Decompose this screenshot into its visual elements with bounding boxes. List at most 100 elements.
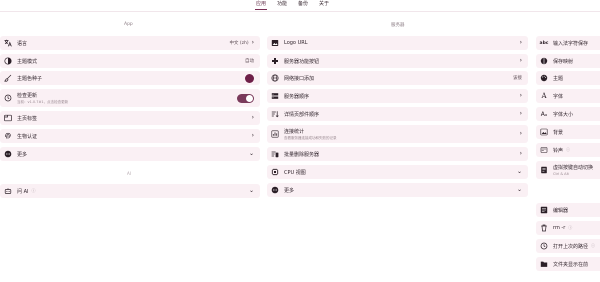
- tabs-divider: [0, 11, 600, 12]
- language-label: 语言: [17, 40, 28, 47]
- theme-mode-label: 主题模式: [17, 58, 38, 65]
- more-icon: [4, 150, 12, 158]
- bio-auth-label: 生物认证: [17, 133, 38, 140]
- editor-icon: [540, 206, 548, 214]
- history-row[interactable]: 连接统计 查看服务器连接成功和失败的记录 ›: [267, 125, 528, 143]
- middle-more-row[interactable]: 更多 ⌄: [267, 183, 528, 197]
- keyboard-icon: [540, 166, 548, 174]
- right-item-editor[interactable]: 编辑器: [536, 203, 600, 217]
- right-item-theme[interactable]: 主题: [536, 71, 600, 85]
- right-item-label: 文件夹显示在前: [553, 261, 589, 268]
- right-item-label: 主题: [553, 75, 564, 82]
- cpu-view-row[interactable]: CPU 视图 ⌄: [267, 165, 528, 179]
- chevron-right-icon: ›: [251, 132, 254, 139]
- sort-icon: [271, 110, 279, 118]
- right-item-font-size[interactable]: Aₐ 字体大小: [536, 107, 600, 121]
- right-item-label: 字体: [553, 93, 564, 100]
- app-column-title: App: [124, 22, 133, 27]
- tab-about[interactable]: 关于: [318, 0, 330, 10]
- batch-delete-row[interactable]: 批量删除服务器 ›: [267, 147, 528, 161]
- net-iface-value: 该接: [513, 76, 522, 81]
- color-swatch[interactable]: [245, 73, 254, 83]
- right-item-label: 保存映射: [553, 58, 574, 65]
- server-column-title: 服务器: [391, 23, 405, 28]
- server-order-label: 服务器顺序: [284, 93, 310, 100]
- right-item-subtitle: Ctrl & Alt: [553, 172, 569, 176]
- detail-order-row[interactable]: 详情页部件顺序 ›: [267, 107, 528, 121]
- right-item-label: 铃声: [553, 147, 564, 154]
- theme-color-row[interactable]: 主题色种子: [0, 71, 260, 85]
- more-icon: [271, 186, 279, 194]
- right-item-font[interactable]: A 字体: [536, 89, 600, 103]
- right-item-virtual-keys[interactable]: 虚拟按键自动切换 Ctrl & Alt: [536, 161, 600, 179]
- right-item-background[interactable]: 背景: [536, 125, 600, 139]
- right-item-bell[interactable]: 铃声 ⓘ: [536, 143, 600, 157]
- right-item-label: rm -r: [553, 225, 566, 231]
- language-row[interactable]: 语言 中文 (zh) ›: [0, 36, 260, 50]
- history-subtitle: 查看服务器连接成功和失败的记录: [284, 135, 337, 140]
- theme-mode-row[interactable]: 主题模式 自动: [0, 54, 260, 68]
- right-item-label: 输入法字符保存: [553, 40, 589, 47]
- right-item-save-map[interactable]: 保存映射: [536, 54, 600, 68]
- right-item-label: 背景: [553, 129, 564, 136]
- tab-backup[interactable]: 备份: [297, 0, 309, 10]
- info-icon[interactable]: ⓘ: [591, 243, 595, 249]
- net-iface-row[interactable]: 网络接口添加 该接: [267, 71, 528, 85]
- gamepad-icon: [271, 57, 279, 65]
- home-tab-label: 主页标签: [17, 115, 38, 122]
- contrast-icon: [4, 57, 12, 65]
- right-item-folders-first[interactable]: 文件夹显示在前: [536, 257, 600, 271]
- theme-color-label: 主题色种子: [17, 75, 43, 82]
- tab-app[interactable]: 应用: [255, 0, 268, 10]
- right-item-last-path[interactable]: 打开上次的路径 ⓘ: [536, 239, 600, 253]
- bio-auth-row[interactable]: 生物认证 ›: [0, 129, 260, 143]
- translate-icon: [4, 39, 12, 47]
- middle-more-label: 更多: [284, 187, 295, 194]
- right-item-rm-r[interactable]: rm -r ⓘ: [536, 221, 600, 235]
- chevron-right-icon: ›: [519, 57, 522, 64]
- left-more-row[interactable]: 更多 ⌄: [0, 147, 260, 161]
- check-update-row[interactable]: 检查更新 当前：v1.0.7#1，点击检查更新: [0, 89, 260, 107]
- font-icon: A: [541, 92, 547, 100]
- info-icon[interactable]: ⓘ: [32, 188, 36, 194]
- right-item-label: 字体大小: [553, 111, 574, 118]
- info-icon[interactable]: ⓘ: [568, 225, 572, 231]
- update-icon: [4, 94, 12, 102]
- chevron-right-icon: ›: [519, 92, 522, 99]
- brush-icon: [4, 74, 12, 82]
- globe-icon: [271, 74, 279, 82]
- logo-url-row[interactable]: Logo URL ›: [267, 36, 528, 50]
- server-functions-row[interactable]: 服务器功能按钮 ›: [267, 54, 528, 68]
- theme-mode-value: 自动: [245, 59, 254, 64]
- right-item-ime[interactable]: abc 输入法字符保存: [536, 36, 600, 50]
- chevron-down-icon: ⌄: [516, 168, 522, 175]
- chevron-down-icon: ⌄: [248, 187, 254, 194]
- chart-icon: [271, 130, 279, 138]
- language-value: 中文 (zh): [229, 41, 249, 46]
- image-icon: [271, 39, 279, 47]
- server-order-row[interactable]: 服务器顺序 ›: [267, 89, 528, 103]
- chevron-right-icon: ›: [519, 130, 522, 137]
- info-icon[interactable]: ⓘ: [566, 147, 570, 153]
- chevron-right-icon: ›: [251, 39, 254, 46]
- home-tab-row[interactable]: 主页标签 ›: [0, 111, 260, 125]
- left-more-label: 更多: [17, 151, 28, 158]
- server-icon: [271, 92, 279, 100]
- trash-icon: [540, 224, 548, 232]
- bell-icon: [540, 146, 548, 154]
- chevron-down-icon: ⌄: [248, 150, 254, 157]
- ai-section-label: AI: [127, 171, 131, 176]
- image-icon: [540, 128, 548, 136]
- right-item-label: 编辑器: [553, 207, 569, 214]
- chevron-right-icon: ›: [519, 150, 522, 157]
- check-update-label: 检查更新: [17, 92, 38, 99]
- batch-delete-label: 批量删除服务器: [284, 151, 320, 158]
- fingerprint-icon: [4, 132, 12, 140]
- ask-ai-row[interactable]: 问 AI ⓘ ⌄: [0, 184, 260, 198]
- palette-icon: [540, 74, 548, 82]
- cpu-icon: [271, 168, 279, 176]
- folder-icon: [540, 260, 548, 268]
- check-update-toggle[interactable]: [237, 93, 254, 103]
- ask-ai-label: 问 AI: [17, 188, 29, 195]
- tab-features[interactable]: 功能: [276, 0, 288, 10]
